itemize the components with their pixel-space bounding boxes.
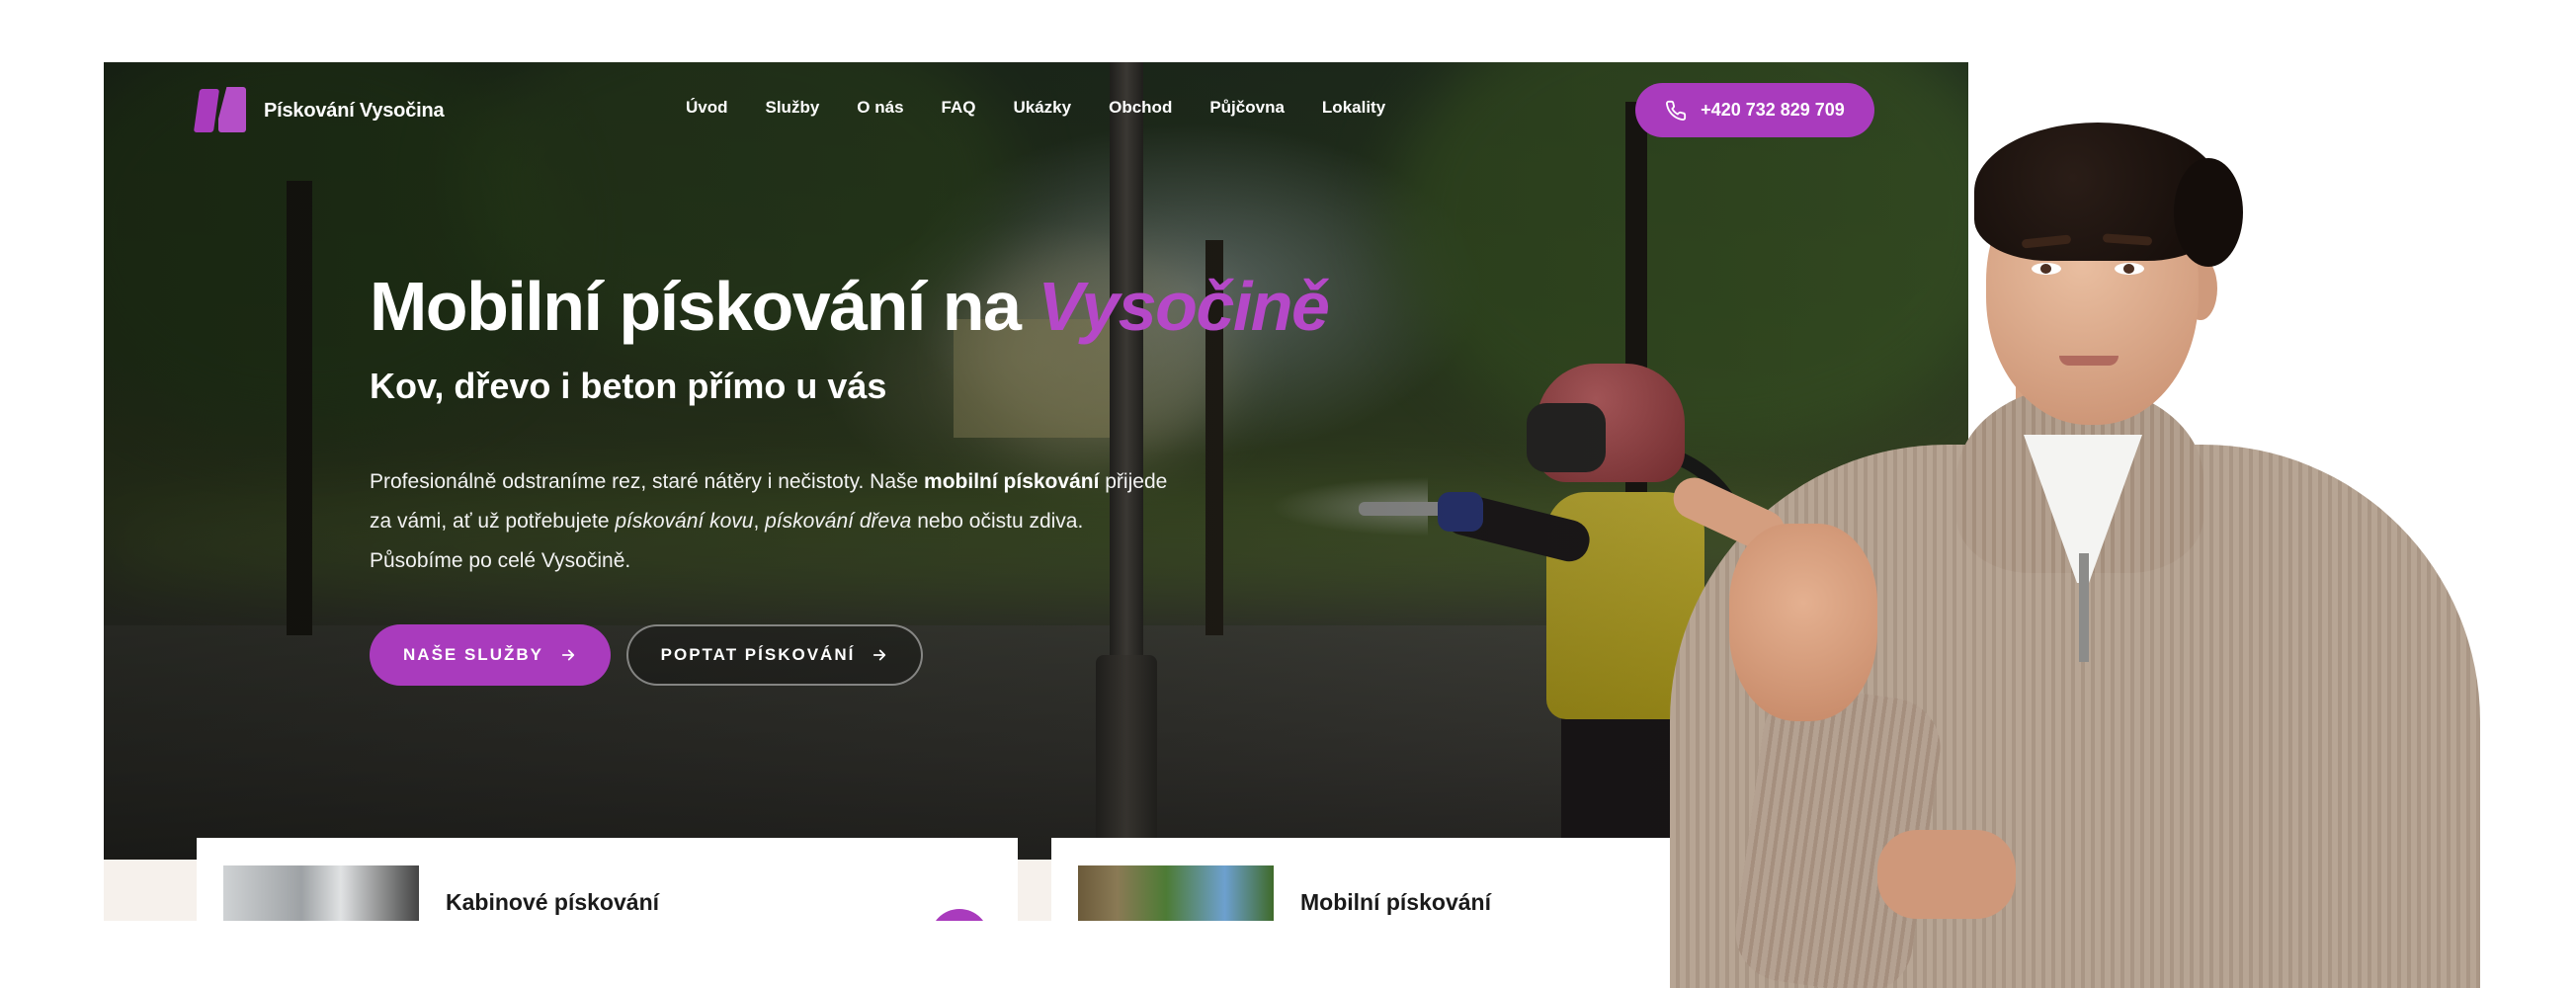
nav-item-faq[interactable]: FAQ <box>942 98 976 118</box>
person-hand <box>1877 830 2016 919</box>
person-hand-pointing <box>1729 524 1877 721</box>
nav-item-uvod[interactable]: Úvod <box>686 98 728 118</box>
hero-desc-bold: mobilní pískování <box>924 470 1100 493</box>
link-piskovani-dreva[interactable]: pískování dřeva <box>765 510 911 533</box>
service-card-title: Kabinové pískování <box>446 889 660 915</box>
hero-title-accent: Vysočině <box>1038 268 1330 345</box>
link-piskovani-kovu[interactable]: pískování kovu <box>615 510 753 533</box>
hero-title: Mobilní pískování na Vysočině <box>370 267 1330 346</box>
arrow-right-icon <box>561 649 575 661</box>
arrow-right-icon <box>873 649 886 661</box>
nav-item-lokality[interactable]: Lokality <box>1322 98 1385 118</box>
nav-item-sluzby[interactable]: Služby <box>766 98 820 118</box>
request-quote-button-label: POPTAT PÍSKOVÁNÍ <box>660 645 856 664</box>
presenter-person <box>1660 59 2480 988</box>
nav-item-ukazky[interactable]: Ukázky <box>1014 98 1072 118</box>
nav-item-pujcovna[interactable]: Půjčovna <box>1209 98 1285 118</box>
hero-description: Profesionálně odstraníme rez, staré nátě… <box>370 462 1180 581</box>
screenshot-canvas: Pískování Vysočina Úvod Služby O nás FAQ… <box>0 0 2576 988</box>
service-card-image <box>223 865 419 921</box>
hero-subtitle: Kov, dřevo i beton přímo u vás <box>370 366 887 406</box>
nav-item-obchod[interactable]: Obchod <box>1109 98 1172 118</box>
person-eye <box>2115 263 2144 275</box>
hero-title-main: Mobilní pískování na <box>370 268 1039 345</box>
nav-item-o-nas[interactable]: O nás <box>857 98 903 118</box>
services-button[interactable]: NAŠE SLUŽBY <box>370 624 611 686</box>
logo-text: Pískování Vysočina <box>264 99 445 122</box>
logo-icon <box>193 87 248 134</box>
service-card-kabinove[interactable]: Kabinové pískování <box>197 838 1018 921</box>
person-eye <box>2032 263 2061 275</box>
hero-desc-part: Profesionálně odstraníme rez, staré nátě… <box>370 470 925 493</box>
site-logo[interactable]: Pískování Vysočina <box>193 87 445 134</box>
request-quote-button[interactable]: POPTAT PÍSKOVÁNÍ <box>626 624 923 686</box>
service-card-title: Mobilní pískování <box>1300 889 1491 915</box>
main-nav: Úvod Služby O nás FAQ Ukázky Obchod Půjč… <box>686 98 1385 118</box>
person-hair <box>2174 158 2243 267</box>
person-zipper <box>2079 553 2089 662</box>
service-card-image <box>1078 865 1274 921</box>
person-mouth <box>2059 356 2119 366</box>
service-card-arrow-button[interactable] <box>930 909 989 921</box>
services-button-label: NAŠE SLUŽBY <box>403 645 543 664</box>
hero-desc-separator: , <box>753 510 766 533</box>
